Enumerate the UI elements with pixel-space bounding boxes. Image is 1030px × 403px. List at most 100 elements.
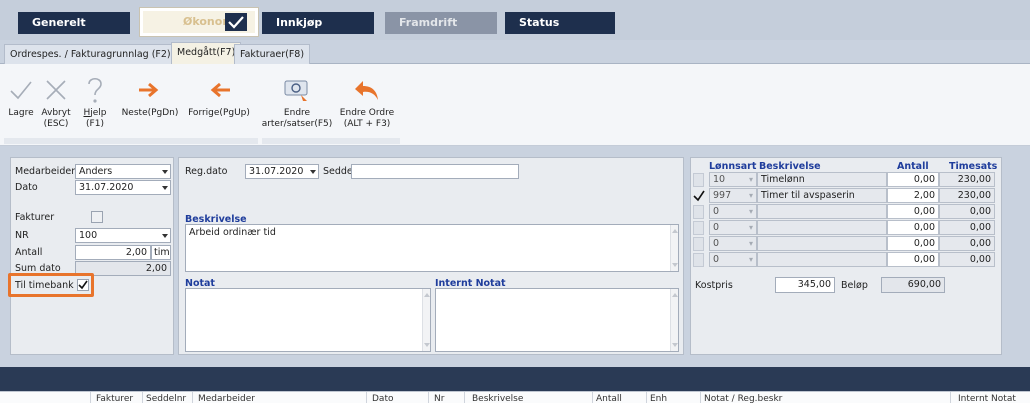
col-internt-notat[interactable]: Internt Notat xyxy=(958,394,1016,403)
ribbon-group-navigation xyxy=(4,138,258,144)
hjelp-label: Hjelp xyxy=(83,108,107,118)
endre-arter-label-1: Endre xyxy=(283,108,311,118)
chevron-down-icon: ▾ xyxy=(748,191,753,200)
wage-row-code[interactable]: 0 ▾ xyxy=(709,204,757,219)
grid-group-bar xyxy=(0,367,1030,391)
wage-row-checkbox[interactable] xyxy=(693,205,704,219)
seddel-input[interactable] xyxy=(351,164,519,179)
wage-row-timesats: 0,00 xyxy=(939,220,995,235)
wage-row-timesats: 0,00 xyxy=(939,236,995,251)
wage-row-code[interactable]: 0 ▾ xyxy=(709,252,757,267)
nr-label: NR xyxy=(15,230,29,241)
module-navigation: Generelt Økonomi Innkjøp Framdrift Statu… xyxy=(0,0,1030,40)
wage-row-antall[interactable]: 0,00 xyxy=(887,236,939,251)
internt-notat-textarea[interactable] xyxy=(435,288,679,352)
close-icon xyxy=(38,72,74,108)
nav-framdrift-button[interactable]: Framdrift xyxy=(385,12,497,34)
wage-row-code[interactable]: 0 ▾ xyxy=(709,236,757,251)
arrow-left-icon xyxy=(184,72,254,108)
registration-panel: Reg.dato 31.07.2020 Seddel: Beskrivelse … xyxy=(178,157,684,355)
wage-row-antall[interactable]: 0,00 xyxy=(887,252,939,267)
lagre-button[interactable]: Lagre xyxy=(6,72,36,119)
medarbeider-select[interactable]: Anders xyxy=(75,164,171,179)
tab-bar: Ordrespes. / Fakturagrunnlag (F2) Medgåt… xyxy=(0,42,1030,64)
wage-row-code-value: 0 xyxy=(713,254,720,265)
dato-date-input[interactable]: 31.07.2020 xyxy=(75,180,171,195)
beskrivelse-scrollbar[interactable] xyxy=(670,225,678,271)
avbryt-label: Avbryt xyxy=(41,108,71,118)
col-medarbeider[interactable]: Medarbeider xyxy=(198,394,255,403)
nav-innkjop-button[interactable]: Innkjøp xyxy=(262,12,374,34)
endre-ordre-label-1: Endre Ordre xyxy=(339,108,395,118)
col-beskrivelse[interactable]: Beskrivelse xyxy=(472,394,523,403)
tab-medgatt[interactable]: Medgått(F7) xyxy=(171,42,242,64)
beskrivelse-textarea[interactable]: Arbeid ordinær tid xyxy=(185,224,679,272)
wage-row-checkbox[interactable] xyxy=(693,253,704,267)
forrige-button[interactable]: Forrige(PgUp) xyxy=(184,72,254,119)
wage-row-code[interactable]: 10 ▾ xyxy=(709,172,757,187)
hjelp-shortcut: (F1) xyxy=(86,119,104,129)
reg-dato-value: 31.07.2020 xyxy=(249,166,304,177)
wage-row-code[interactable]: 997 ▾ xyxy=(709,188,757,203)
nav-status-button[interactable]: Status xyxy=(505,12,615,34)
grid-column-headers: Fakturer Seddelnr Medarbeider Dato Nr Be… xyxy=(0,391,1030,403)
wage-row-timesats: 0,00 xyxy=(939,252,995,267)
endre-ordre-button[interactable]: Endre Ordre (ALT + F3) xyxy=(334,72,400,130)
reg-dato-date-input[interactable]: 31.07.2020 xyxy=(245,164,319,179)
avbryt-button[interactable]: Avbryt (ESC) xyxy=(38,72,74,130)
belop-value: 690,00 xyxy=(881,277,945,293)
wage-row-antall[interactable]: 0,00 xyxy=(887,204,939,219)
beskrivelse-header: Beskrivelse xyxy=(759,161,821,172)
col-antall[interactable]: Antall xyxy=(596,394,622,403)
wage-row-antall[interactable]: 2,00 xyxy=(887,188,939,203)
hjelp-button[interactable]: Hjelp (F1) xyxy=(80,72,110,130)
chevron-down-icon: ▾ xyxy=(748,207,753,216)
neste-button[interactable]: Neste(PgDn) xyxy=(118,72,182,119)
kostpris-input[interactable]: 345,00 xyxy=(775,277,835,293)
checkmark-icon xyxy=(6,72,36,108)
timesats-header: Timesats xyxy=(949,161,998,172)
wage-row-antall[interactable]: 0,00 xyxy=(887,172,939,187)
wage-row-code[interactable]: 0 ▾ xyxy=(709,220,757,235)
tab-fakturaer[interactable]: Fakturaer(F8) xyxy=(234,44,311,64)
fakturer-checkbox[interactable] xyxy=(91,211,103,223)
nr-select[interactable]: 100 xyxy=(75,228,171,243)
wage-row-description xyxy=(757,220,887,235)
endre-arter-button[interactable]: Endre arter/satser(F5) xyxy=(260,72,334,130)
wage-row-code-value: 0 xyxy=(713,238,720,249)
internt-notat-scrollbar[interactable] xyxy=(670,289,678,351)
tab-ordrespes[interactable]: Ordrespes. / Fakturagrunnlag (F2) xyxy=(4,44,177,64)
forrige-label: Forrige(PgUp) xyxy=(188,108,250,118)
antall-header: Antall xyxy=(897,161,929,172)
toolbar-ribbon: Lagre Avbryt (ESC) Hjelp (F1) Neste(PgDn… xyxy=(0,64,1030,146)
wage-type-panel: Lønnsart Beskrivelse Antall Timesats 10 ▾… xyxy=(690,157,1002,355)
wage-row-checkbox[interactable] xyxy=(693,173,704,187)
medarbeider-value: Anders xyxy=(79,166,113,177)
antall-input[interactable]: 2,00 xyxy=(75,245,151,260)
wage-row-checkbox[interactable] xyxy=(693,237,704,251)
col-dato[interactable]: Dato xyxy=(372,394,393,403)
col-fakturer[interactable]: Fakturer xyxy=(96,394,133,403)
col-enh[interactable]: Enh xyxy=(650,394,667,403)
avbryt-shortcut: (ESC) xyxy=(43,119,69,129)
neste-label: Neste(PgDn) xyxy=(121,108,179,118)
wage-row-checkbox[interactable] xyxy=(693,189,705,203)
chevron-down-icon xyxy=(310,170,316,174)
wage-row-timesats: 230,00 xyxy=(939,188,995,203)
help-icon xyxy=(80,72,110,108)
nav-generelt-button[interactable]: Generelt xyxy=(18,12,130,34)
dato-label: Dato xyxy=(15,182,38,193)
wage-row-description xyxy=(757,236,887,251)
col-nr[interactable]: Nr xyxy=(434,394,444,403)
wage-row-checkbox[interactable] xyxy=(693,221,704,235)
col-seddelnr[interactable]: Seddelnr xyxy=(146,394,186,403)
notat-scrollbar[interactable] xyxy=(422,289,430,351)
wage-row-description: Timelønn xyxy=(757,172,887,187)
endre-arter-label-2: arter/satser(F5) xyxy=(261,119,333,129)
notat-textarea[interactable] xyxy=(185,288,431,352)
fakturer-label: Fakturer xyxy=(15,212,55,223)
lagre-label: Lagre xyxy=(8,108,34,118)
col-notat[interactable]: Notat / Reg.beskr xyxy=(704,394,782,403)
wage-row-antall[interactable]: 0,00 xyxy=(887,220,939,235)
nav-okonomi-button[interactable]: Økonomi xyxy=(140,8,258,36)
